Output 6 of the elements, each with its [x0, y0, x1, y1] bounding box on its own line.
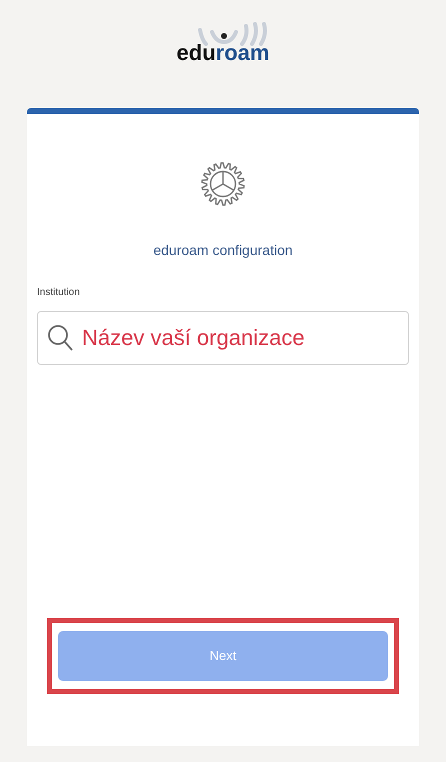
gear-icon: [199, 160, 247, 208]
eduroam-logo-text: eduroam: [176, 42, 270, 64]
page-title: eduroam configuration: [153, 242, 293, 258]
search-icon: [47, 324, 73, 352]
field-label: Institution: [37, 287, 80, 298]
institution-search-field[interactable]: Název vaší organizace: [37, 311, 409, 365]
